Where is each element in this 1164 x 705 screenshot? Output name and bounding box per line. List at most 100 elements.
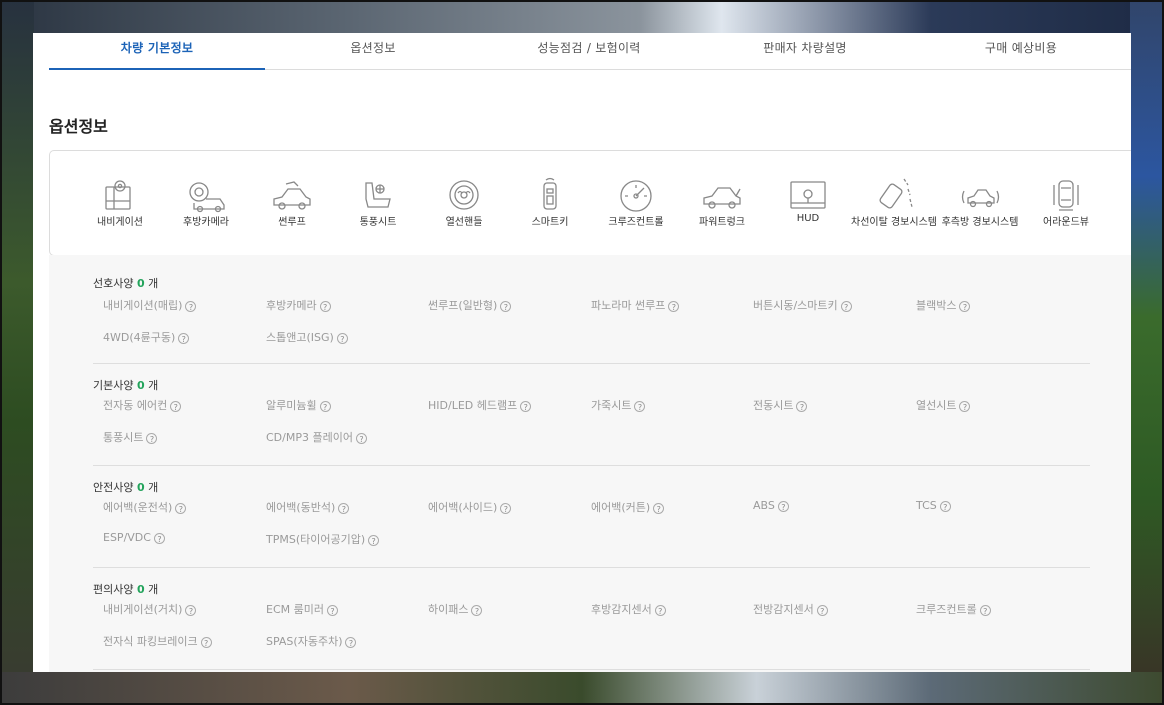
option-item: 스톱앤고(ISG)? — [266, 329, 348, 345]
group-title: 편의사양 0 개 — [93, 583, 159, 596]
power-trunk-icon — [703, 187, 741, 209]
lane-departure-icon — [879, 178, 913, 209]
tab-inspection-insurance[interactable]: 성능점검 / 보험이력 — [481, 33, 697, 69]
option-icon-smart-key[interactable]: 스마트키 — [502, 151, 598, 255]
option-item: 후방카메라? — [266, 297, 331, 313]
help-icon[interactable]: ? — [653, 502, 665, 514]
option-item: 전동시트? — [753, 397, 808, 413]
tab-expected-cost[interactable]: 구매 예상비용 — [913, 33, 1129, 69]
help-icon[interactable]: ? — [840, 300, 852, 312]
help-icon[interactable]: ? — [939, 500, 951, 512]
option-item: 가죽시트? — [591, 397, 646, 413]
option-item: ABS? — [753, 499, 789, 512]
heated-steering-icon — [449, 180, 479, 210]
group-count: 0 — [136, 481, 145, 494]
option-detail-panel: 선호사양 0 개 내비게이션(매립)? 후방카메라? 썬루프(일반형)? 파노라… — [49, 255, 1131, 672]
option-item: 에어백(커튼)? — [591, 499, 665, 515]
option-icon-power-trunk[interactable]: 파워트렁크 — [674, 151, 770, 255]
option-icon-rear-camera[interactable]: 후방카메라 — [158, 151, 254, 255]
help-icon[interactable]: ? — [355, 432, 367, 444]
help-icon[interactable]: ? — [185, 604, 197, 616]
help-icon[interactable]: ? — [777, 500, 789, 512]
help-icon[interactable]: ? — [634, 400, 646, 412]
cruise-control-icon — [620, 180, 652, 212]
help-icon[interactable]: ? — [178, 332, 190, 344]
group-count: 0 — [136, 583, 145, 596]
help-icon[interactable]: ? — [816, 604, 828, 616]
help-icon[interactable]: ? — [345, 636, 357, 648]
option-item: 에어백(운전석)? — [103, 499, 187, 515]
background-car-photo-right — [1130, 0, 1164, 705]
vehicle-detail-panel: 차량 기본정보 옵션정보 성능점검 / 보험이력 판매자 차량설명 구매 예상비… — [33, 33, 1131, 672]
help-icon[interactable]: ? — [319, 400, 331, 412]
help-icon[interactable]: ? — [520, 400, 532, 412]
option-item: TPMS(타이어공기압)? — [266, 531, 380, 547]
rear-camera-icon — [189, 182, 225, 213]
option-item: 버튼시동/스마트키? — [753, 297, 852, 313]
option-item: 전자동 에어컨? — [103, 397, 182, 413]
option-item: TCS? — [916, 499, 951, 512]
option-icon-sunroof[interactable]: 썬루프 — [244, 151, 340, 255]
help-icon[interactable]: ? — [368, 534, 380, 546]
option-group-safety: 안전사양 0 개 에어백(운전석)? 에어백(동반석)? 에어백(사이드)? 에… — [93, 479, 1090, 568]
help-icon[interactable]: ? — [959, 400, 971, 412]
option-icon-navigation[interactable]: 내비게이션 — [72, 151, 168, 255]
option-icon-lane-departure[interactable]: 차선이탈 경보시스템 — [846, 151, 942, 255]
smart-key-icon — [543, 177, 557, 210]
option-item: 4WD(4륜구동)? — [103, 329, 190, 345]
option-item: 후방감지센서? — [591, 601, 666, 617]
option-icon-hud[interactable]: HUD — [760, 151, 856, 255]
option-icons-box: 내비게이션 후방카메라 썬루프 통풍시트 열선핸들 스마트키 크루즈컨트롤 파워… — [49, 150, 1131, 256]
background-car-photo-top — [0, 0, 1164, 33]
option-item: HID/LED 헤드램프? — [428, 397, 532, 413]
sunroof-icon — [273, 181, 311, 210]
help-icon[interactable]: ? — [326, 604, 338, 616]
help-icon[interactable]: ? — [200, 636, 212, 648]
help-icon[interactable]: ? — [959, 300, 971, 312]
help-icon[interactable]: ? — [185, 300, 197, 312]
help-icon[interactable]: ? — [796, 400, 808, 412]
around-view-icon — [1053, 180, 1079, 211]
help-icon[interactable]: ? — [500, 300, 512, 312]
option-item: 알루미늄휠? — [266, 397, 331, 413]
help-icon[interactable]: ? — [500, 502, 512, 514]
background-car-photo-left — [0, 0, 34, 705]
option-icon-cruise-control[interactable]: 크루즈컨트롤 — [588, 151, 684, 255]
option-group-preferred: 선호사양 0 개 내비게이션(매립)? 후방카메라? 썬루프(일반형)? 파노라… — [93, 275, 1090, 364]
section-title: 옵션정보 — [49, 117, 108, 136]
group-title: 선호사양 0 개 — [93, 277, 159, 290]
option-group-basic: 기본사양 0 개 전자동 에어컨? 알루미늄휠? HID/LED 헤드램프? 가… — [93, 377, 1090, 466]
tab-seller-description[interactable]: 판매자 차량설명 — [697, 33, 913, 69]
option-item: 전방감지센서? — [753, 601, 828, 617]
option-item: 블랙박스? — [916, 297, 971, 313]
group-title: 기본사양 0 개 — [93, 379, 159, 392]
help-icon[interactable]: ? — [153, 532, 165, 544]
group-count: 0 — [136, 379, 145, 392]
help-icon[interactable]: ? — [338, 502, 350, 514]
help-icon[interactable]: ? — [175, 502, 187, 514]
option-icon-around-view[interactable]: 어라운드뷰 — [1018, 151, 1114, 255]
option-item: 전자식 파킹브레이크? — [103, 633, 212, 649]
option-icon-blind-spot[interactable]: 후측방 경보시스템 — [932, 151, 1028, 255]
help-icon[interactable]: ? — [471, 604, 483, 616]
help-icon[interactable]: ? — [146, 432, 158, 444]
option-item: CD/MP3 플레이어? — [266, 429, 367, 445]
option-item: SPAS(자동주차)? — [266, 633, 357, 649]
option-group-convenience: 편의사양 0 개 내비게이션(거치)? ECM 룸미러? 하이패스? 후방감지센… — [93, 581, 1090, 670]
group-count: 0 — [136, 277, 145, 290]
tab-basic-info[interactable]: 차량 기본정보 — [49, 33, 265, 70]
help-icon[interactable]: ? — [654, 604, 666, 616]
option-item: 열선시트? — [916, 397, 971, 413]
background-car-photo-bottom — [0, 672, 1164, 705]
help-icon[interactable]: ? — [668, 300, 680, 312]
option-item: 하이패스? — [428, 601, 483, 617]
option-item: 내비게이션(거치)? — [103, 601, 197, 617]
help-icon[interactable]: ? — [979, 604, 991, 616]
help-icon[interactable]: ? — [336, 332, 348, 344]
tab-options[interactable]: 옵션정보 — [265, 33, 481, 69]
help-icon[interactable]: ? — [319, 300, 331, 312]
option-icon-ventilated-seat[interactable]: 통풍시트 — [330, 151, 426, 255]
group-title: 안전사양 0 개 — [93, 481, 159, 494]
option-icon-heated-steering[interactable]: 열선핸들 — [416, 151, 512, 255]
help-icon[interactable]: ? — [170, 400, 182, 412]
